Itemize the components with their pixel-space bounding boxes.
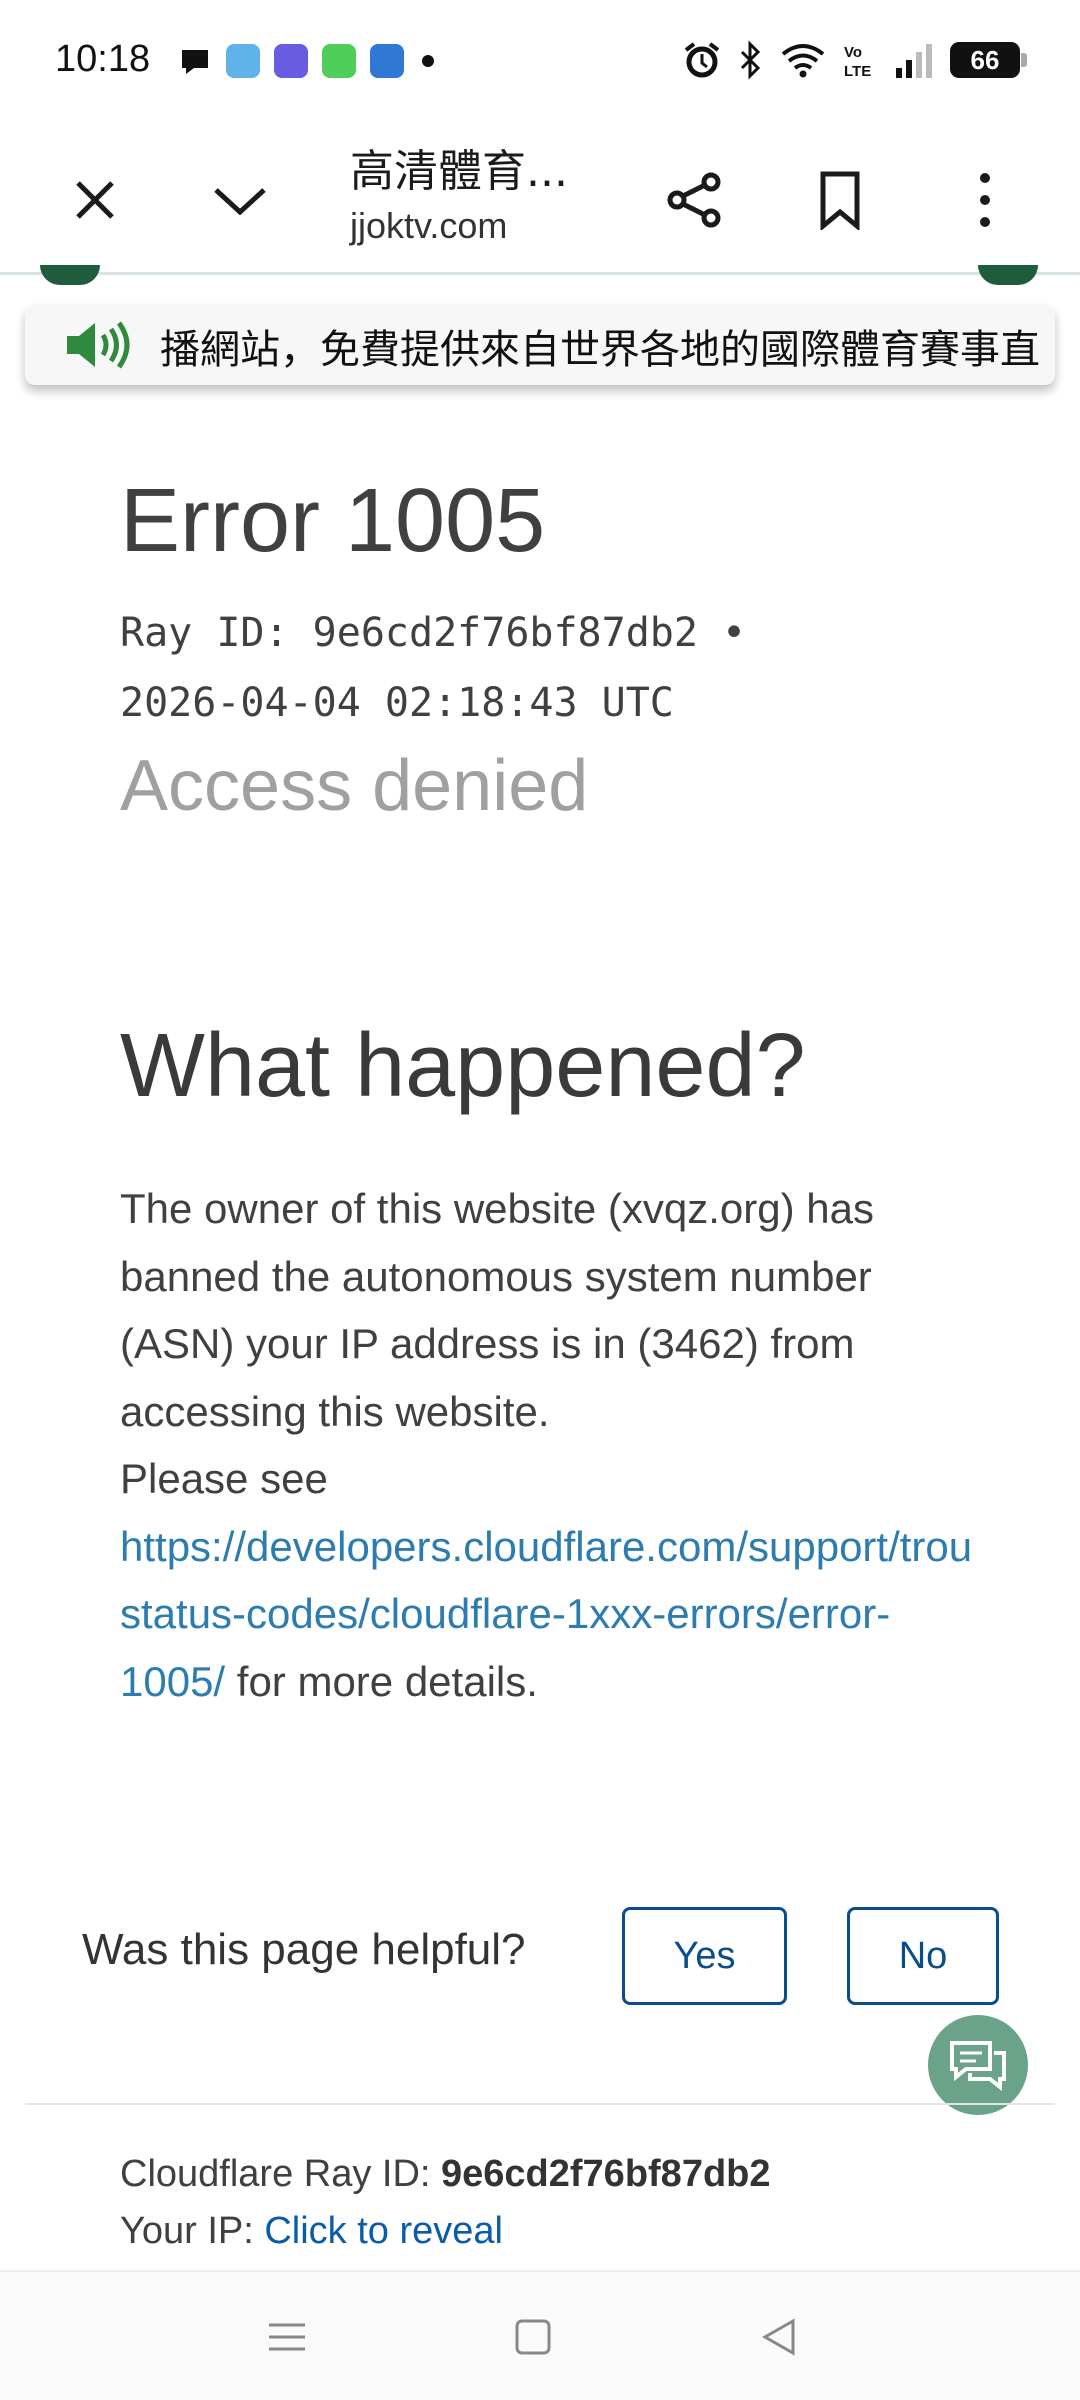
word-app-icon (370, 44, 404, 78)
more-details-text: for more details. (225, 1657, 538, 1705)
page-decoration-right (978, 265, 1038, 285)
helpful-question: Was this page helpful? (82, 1925, 526, 1974)
chat-icon (950, 2041, 1006, 2092)
speaker-icon (67, 321, 130, 369)
svg-text:LTE: LTE (844, 63, 871, 80)
svg-text:Vo: Vo (844, 44, 862, 61)
close-icon (76, 181, 114, 219)
docs-link-line3: 1005/ for more details. (120, 1648, 1080, 1716)
battery-indicator: 66 (950, 42, 1027, 78)
minimize-button[interactable] (195, 155, 285, 245)
back-button[interactable] (749, 2307, 809, 2367)
wifi-icon (781, 44, 825, 78)
status-time: 10:18 (55, 38, 151, 80)
footer-ray-value: 9e6cd2f76bf87db2 (441, 2153, 771, 2195)
volte-icon: Vo LTE (844, 44, 871, 80)
docs-link-line2[interactable]: status-codes/cloudflare-1xxx-errors/erro… (120, 1580, 1080, 1648)
pdf-reader-icon (274, 44, 308, 78)
explanation-paragraph: The owner of this website (xvqz.org) has… (120, 1175, 1080, 1715)
please-see-text: Please see (120, 1455, 328, 1502)
reveal-ip-link[interactable]: Click to reveal (264, 2210, 503, 2252)
share-button[interactable] (650, 155, 740, 245)
custom-tab-toolbar: 高清體育... jjoktv.com (0, 125, 1080, 275)
yes-button[interactable]: Yes (622, 1907, 787, 2005)
share-icon (667, 172, 721, 228)
notification-icons (178, 44, 438, 78)
notification-dot-icon (422, 55, 434, 67)
marquee-banner: 播網站，免費提供來自世界各地的國際體育賽事直 (25, 305, 1055, 385)
docs-link-end[interactable]: 1005/ (120, 1658, 225, 1705)
system-nav-bar (0, 2270, 1080, 2400)
page-title: 高清體育... (350, 146, 568, 197)
chat-bubble-icon (182, 50, 208, 74)
footer-ip: Your IP: Click to reveal (120, 2210, 503, 2253)
home-button[interactable] (503, 2307, 563, 2367)
more-vert-icon (980, 173, 990, 227)
marquee-text: 播網站，免費提供來自世界各地的國際體育賽事直 (160, 327, 1040, 373)
recents-button[interactable] (257, 2307, 317, 2367)
footer-ray-label: Cloudflare Ray ID: (120, 2153, 442, 2195)
footer-divider (25, 2103, 1055, 2105)
calculator-app-icon (322, 44, 356, 78)
docs-link-continued[interactable]: status-codes/cloudflare-1xxx-errors/erro… (120, 1590, 890, 1637)
timestamp-line: 2026-04-04 02:18:43 UTC (120, 680, 674, 726)
docs-link[interactable]: https://developers.cloudflare.com/suppor… (120, 1523, 972, 1570)
chat-button[interactable] (928, 2015, 1028, 2115)
footer-ip-label: Your IP: (120, 2210, 265, 2252)
page-decoration-left (40, 265, 100, 285)
no-button[interactable]: No (847, 1907, 999, 2005)
what-happened-heading: What happened? (120, 1016, 806, 1116)
close-button[interactable] (50, 155, 140, 245)
ray-id-line: Ray ID: 9e6cd2f76bf87db2 • (120, 610, 747, 656)
menu-icon (269, 2323, 305, 2351)
alarm-icon (684, 42, 720, 78)
explanation-text: The owner of this website (xvqz.org) has… (120, 1185, 874, 1435)
bookmark-button[interactable] (795, 155, 885, 245)
chevron-down-icon (214, 188, 266, 216)
more-options-button[interactable] (940, 155, 1030, 245)
bookmark-icon (820, 171, 860, 230)
access-denied-heading: Access denied (120, 746, 589, 826)
docs-link-line1[interactable]: https://developers.cloudflare.com/suppor… (120, 1513, 1080, 1581)
status-bar: 10:18 Vo LTE 66 (0, 0, 1080, 125)
back-triangle-icon (761, 2318, 795, 2356)
system-icons: Vo LTE 66 (682, 40, 1027, 80)
error-title: Error 1005 (120, 471, 546, 571)
footer-ray-id: Cloudflare Ray ID: 9e6cd2f76bf87db2 (120, 2153, 771, 2196)
home-square-icon (515, 2319, 551, 2355)
pdf-app-icon (226, 44, 260, 78)
bluetooth-icon (740, 40, 761, 80)
signal-icon (896, 44, 932, 78)
page-url: jjoktv.com (350, 205, 508, 246)
